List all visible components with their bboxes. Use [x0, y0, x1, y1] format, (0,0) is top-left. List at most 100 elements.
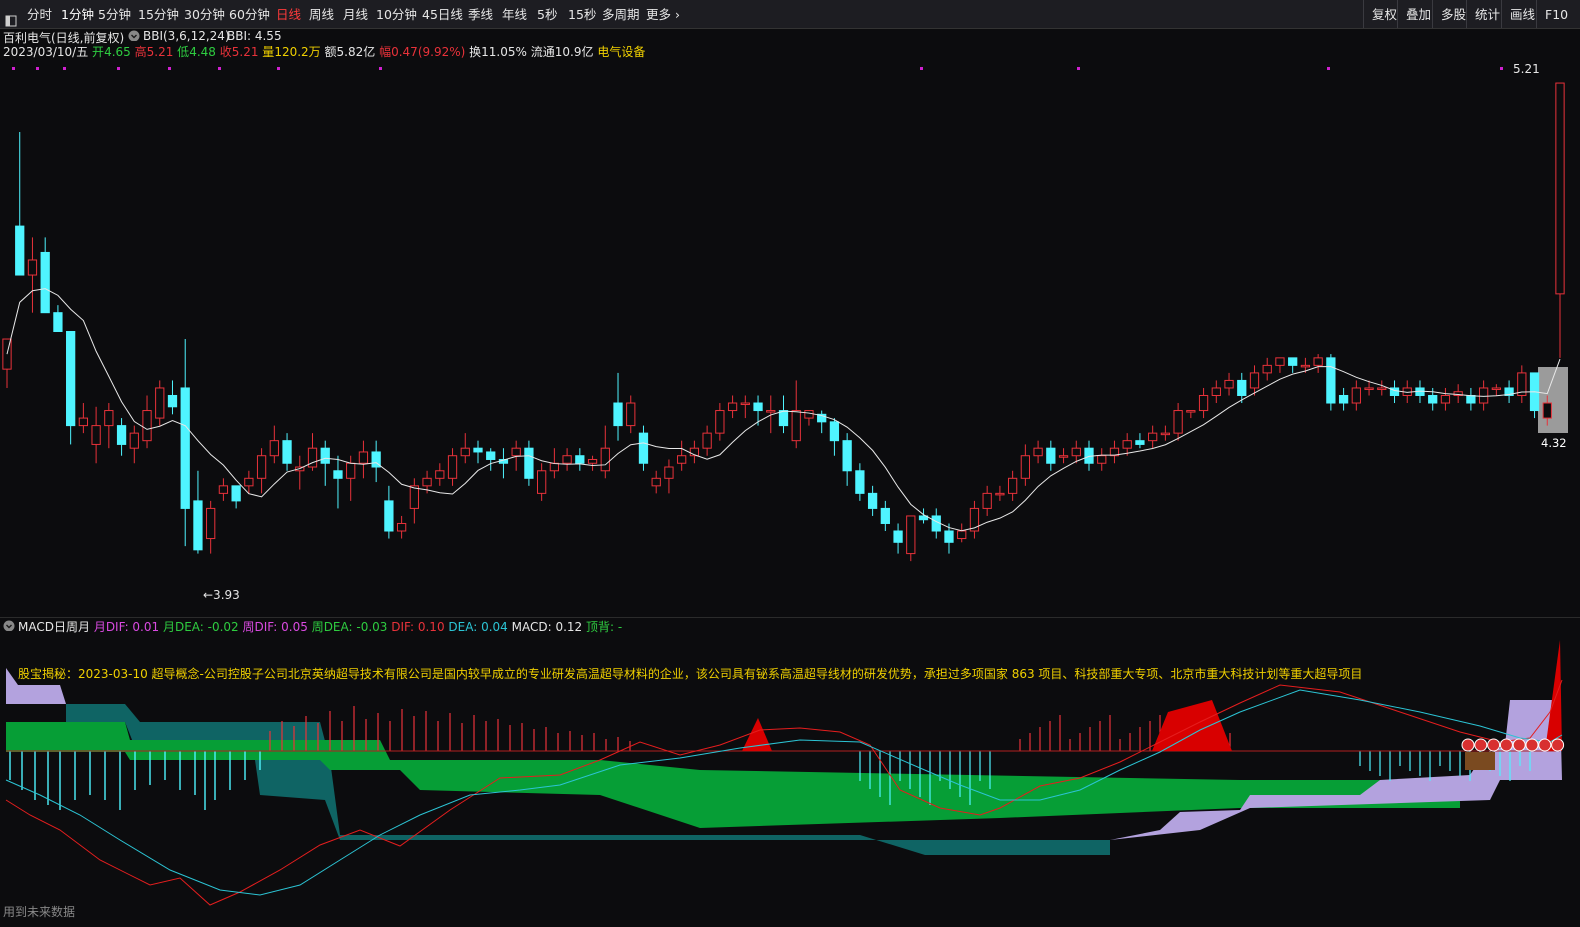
candle-body-28 — [358, 451, 369, 464]
candle-body-69 — [880, 507, 890, 524]
candle-body-79 — [1007, 477, 1018, 494]
candle-body-6 — [78, 417, 89, 427]
candle-body-40 — [511, 447, 521, 457]
candle-body-112 — [1428, 394, 1438, 404]
dea-value: DEA: 0.04 — [448, 620, 508, 634]
candle-body-43 — [549, 462, 560, 472]
candle-body-30 — [384, 500, 394, 532]
candle-body-41 — [524, 447, 534, 479]
candle-body-13 — [167, 394, 178, 408]
candle-body-1 — [15, 225, 25, 276]
top-divergence: 顶背: - — [586, 620, 623, 634]
candle-body-115 — [1466, 394, 1476, 404]
candle-body-46 — [587, 458, 598, 464]
candle-body-93 — [1186, 410, 1196, 413]
candle-body-88 — [1122, 440, 1132, 449]
signal-dot-7 — [379, 67, 382, 70]
candle-body-94 — [1198, 394, 1209, 412]
candle-body-58 — [740, 402, 750, 406]
candle-body-15 — [193, 500, 203, 551]
candle-body-5 — [66, 331, 76, 427]
signal-coin-3 — [1499, 738, 1513, 752]
signal-dot-2 — [63, 67, 66, 70]
low-value: 4.48 — [189, 45, 216, 59]
signal-dot-1 — [36, 67, 39, 70]
candle-body-106 — [1351, 387, 1361, 404]
candle-body-2 — [27, 259, 38, 276]
candle-body-50 — [638, 432, 649, 464]
macd-toggle[interactable] — [3, 619, 15, 634]
signal-coin-7 — [1551, 738, 1565, 752]
month-dea: 月DEA: -0.02 — [162, 620, 239, 634]
high-label: 高 — [134, 45, 147, 59]
candle-body-105 — [1338, 394, 1349, 404]
volume-label: 量 — [262, 45, 275, 59]
candle-body-48 — [613, 402, 623, 427]
signal-coin-6 — [1538, 738, 1552, 752]
sector-link[interactable]: 电气设备 — [597, 45, 645, 59]
signal-dot-9 — [1077, 67, 1080, 70]
candle-body-84 — [1071, 447, 1081, 457]
quote-line: 2023/03/10/五 开4.65 高5.21 低4.48 收5.21 量12… — [3, 43, 645, 60]
candle-body-121 — [1542, 402, 1552, 419]
candle-body-35 — [447, 455, 458, 479]
candle-body-7 — [91, 425, 101, 445]
candle-body-107 — [1364, 387, 1374, 390]
candle-body-103 — [1313, 357, 1323, 366]
future-data-note: 用到未来数据 — [3, 905, 76, 919]
macd-legend: MACD日周月 月DIF: 0.01 月DEA: -0.02 周DIF: 0.0… — [18, 618, 622, 635]
macd-value: MACD: 0.12 — [511, 620, 583, 634]
news-ticker[interactable]: 股宝揭秘：2023-03-10 超导概念-公司控股子公司北京英纳超导技术有限公司… — [18, 665, 1362, 682]
candle-body-49 — [626, 402, 636, 427]
signal-dot-3 — [117, 67, 120, 70]
stock-chart[interactable] — [0, 0, 1580, 927]
macd-name: MACD日周月 — [18, 620, 90, 634]
price-cursor-tag: 4.32 — [1541, 436, 1567, 450]
candle-body-83 — [1058, 455, 1069, 458]
candle-body-117 — [1491, 387, 1501, 390]
candle-body-74 — [944, 530, 954, 543]
candle-body-62 — [791, 410, 801, 442]
candle-body-27 — [346, 462, 356, 479]
month-dif: 月DIF: 0.01 — [93, 620, 160, 634]
candle-body-90 — [1148, 432, 1158, 442]
signal-dot-11 — [1500, 67, 1503, 70]
week-dea: 周DEA: -0.03 — [311, 620, 388, 634]
candle-body-65 — [829, 421, 840, 442]
candle-body-20 — [256, 455, 267, 479]
signal-dot-10 — [1327, 67, 1330, 70]
candle-body-108 — [1377, 387, 1387, 390]
candle-body-10 — [129, 432, 139, 449]
candle-body-55 — [702, 432, 712, 449]
quote-date: 2023/03/10/五 — [3, 45, 89, 59]
chevron-down-icon — [128, 30, 140, 42]
candle-body-122 — [1555, 82, 1565, 295]
candle-body-32 — [409, 485, 419, 509]
candle-body-38 — [486, 451, 496, 460]
amount-label: 额 — [324, 45, 337, 59]
candle-body-14 — [180, 387, 190, 509]
candle-body-51 — [651, 477, 661, 487]
candle-body-67 — [855, 470, 865, 494]
candle-body-80 — [1020, 455, 1030, 479]
open-label: 开 — [92, 45, 105, 59]
indicator-toggle[interactable] — [128, 29, 140, 44]
red-peak-3 — [1545, 640, 1562, 751]
open-value: 4.65 — [104, 45, 131, 59]
candle-body-18 — [231, 485, 241, 502]
candle-body-45 — [575, 455, 585, 464]
candle-body-96 — [1224, 379, 1234, 389]
high-price-mark: 5.21 — [1513, 62, 1540, 76]
candle-body-98 — [1249, 372, 1260, 389]
candle-body-44 — [562, 455, 572, 464]
candle-body-9 — [116, 425, 127, 445]
candle-body-12 — [155, 387, 165, 419]
candle-body-100 — [1275, 357, 1285, 366]
candle-body-8 — [104, 410, 114, 427]
volume-value: 120.2万 — [274, 45, 321, 59]
candle-body-78 — [995, 492, 1005, 496]
candle-body-47 — [600, 447, 610, 472]
candle-body-37 — [473, 447, 483, 453]
candle-body-16 — [206, 507, 216, 540]
week-dif: 周DIF: 0.05 — [242, 620, 308, 634]
